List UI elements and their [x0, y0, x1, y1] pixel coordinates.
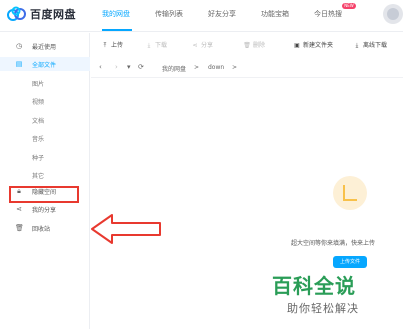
delete-button[interactable]: 🗑︎ 删除 — [243, 40, 265, 49]
share-icon: ⋖ — [192, 42, 198, 49]
sidebar: ◷ 最近使用 ▤ 全部文件 图片 视频 文档 音乐 种子 其它 🔒︎ 隐藏空间 … — [0, 33, 90, 329]
new-badge: NEW — [342, 3, 356, 9]
empty-clock-icon — [333, 176, 367, 210]
offline-download-button[interactable]: ⤓ 离线下载 — [353, 40, 387, 50]
tab-trending[interactable]: 今日热搜 — [314, 9, 342, 19]
sidebar-item-label: 我的分享 — [32, 207, 57, 214]
download-icon: ⤓ — [147, 42, 151, 49]
path-bar: ‹ › ▾ ⟳ 我的网盘 > down > — [91, 58, 403, 78]
user-avatar[interactable] — [383, 4, 403, 24]
trash-icon: 🗑︎ — [15, 224, 24, 232]
upload-file-button[interactable]: 上传文件 — [333, 256, 367, 268]
sidebar-item-torrents[interactable]: 种子 — [32, 153, 44, 162]
sidebar-item-my-share[interactable]: ⋖ 我的分享 — [0, 202, 90, 216]
file-icon: ▤ — [15, 60, 23, 68]
sidebar-item-label: 回收站 — [32, 226, 51, 233]
sidebar-item-recent[interactable]: ◷ 最近使用 — [0, 39, 90, 53]
chevron-down-icon[interactable]: ▾ — [127, 63, 131, 71]
baidu-netdisk-logo[interactable]: 百度网盘 — [6, 6, 76, 22]
breadcrumb-root[interactable]: 我的网盘 — [162, 64, 186, 73]
empty-state-message: 超大空间等你来填满，快来上传 — [291, 240, 376, 247]
download-icon: ⤓ — [355, 42, 359, 49]
sidebar-item-all-files[interactable]: ▤ 全部文件 — [0, 57, 90, 71]
recycle-bin-highlight-box — [9, 186, 79, 203]
forward-icon[interactable]: › — [115, 63, 118, 71]
tab-toolbox[interactable]: 功能宝箱 — [261, 9, 289, 19]
watermark-title: 百科全说 — [272, 274, 356, 298]
file-toolbar: ⤒ 上传 ⤓ 下载 ⋖ 分享 🗑︎ 删除 ▣ 新建文件夹 ⤓ 离线下载 — [91, 33, 403, 57]
back-icon[interactable]: ‹ — [99, 63, 102, 71]
sidebar-item-images[interactable]: 图片 — [32, 79, 44, 88]
sidebar-item-docs[interactable]: 文档 — [32, 116, 44, 125]
active-tab-underline — [102, 29, 132, 31]
sidebar-item-recycle-bin[interactable]: 🗑︎ 回收站 — [0, 221, 90, 235]
trash-icon: 🗑︎ — [243, 42, 251, 49]
cloud-logo-icon — [7, 6, 26, 21]
watermark-subtitle: 助你轻松解决 — [287, 302, 359, 315]
new-folder-button[interactable]: ▣ 新建文件夹 — [293, 40, 333, 49]
download-button[interactable]: ⤓ 下载 — [145, 40, 167, 50]
sidebar-item-videos[interactable]: 视频 — [32, 97, 44, 106]
breadcrumb-separator: > — [194, 64, 200, 71]
upload-button[interactable]: ⤒ 上传 — [101, 40, 123, 50]
top-nav-bar: 百度网盘 我的网盘 传输列表 好友分享 功能宝箱 今日热搜 NEW — [0, 0, 403, 32]
upload-icon: ⤒ — [103, 42, 107, 49]
sidebar-item-label: 最近使用 — [32, 44, 57, 51]
breadcrumb-separator: > — [232, 64, 238, 71]
clock-icon: ◷ — [15, 42, 23, 50]
folder-plus-icon: ▣ — [294, 42, 300, 49]
tab-transfer-list[interactable]: 传输列表 — [155, 9, 183, 19]
tab-my-disk[interactable]: 我的网盘 — [102, 9, 130, 19]
tab-friend-share[interactable]: 好友分享 — [208, 9, 236, 19]
annotation-arrow-icon — [91, 214, 161, 244]
sidebar-item-label: 全部文件 — [32, 62, 57, 69]
sidebar-item-other[interactable]: 其它 — [32, 171, 44, 180]
share-icon: ⋖ — [16, 205, 22, 213]
sidebar-item-music[interactable]: 音乐 — [32, 134, 44, 143]
refresh-icon[interactable]: ⟳ — [138, 63, 144, 71]
app-name: 百度网盘 — [30, 8, 76, 21]
share-button[interactable]: ⋖ 分享 — [191, 40, 213, 49]
breadcrumb-current[interactable]: down — [208, 64, 224, 71]
